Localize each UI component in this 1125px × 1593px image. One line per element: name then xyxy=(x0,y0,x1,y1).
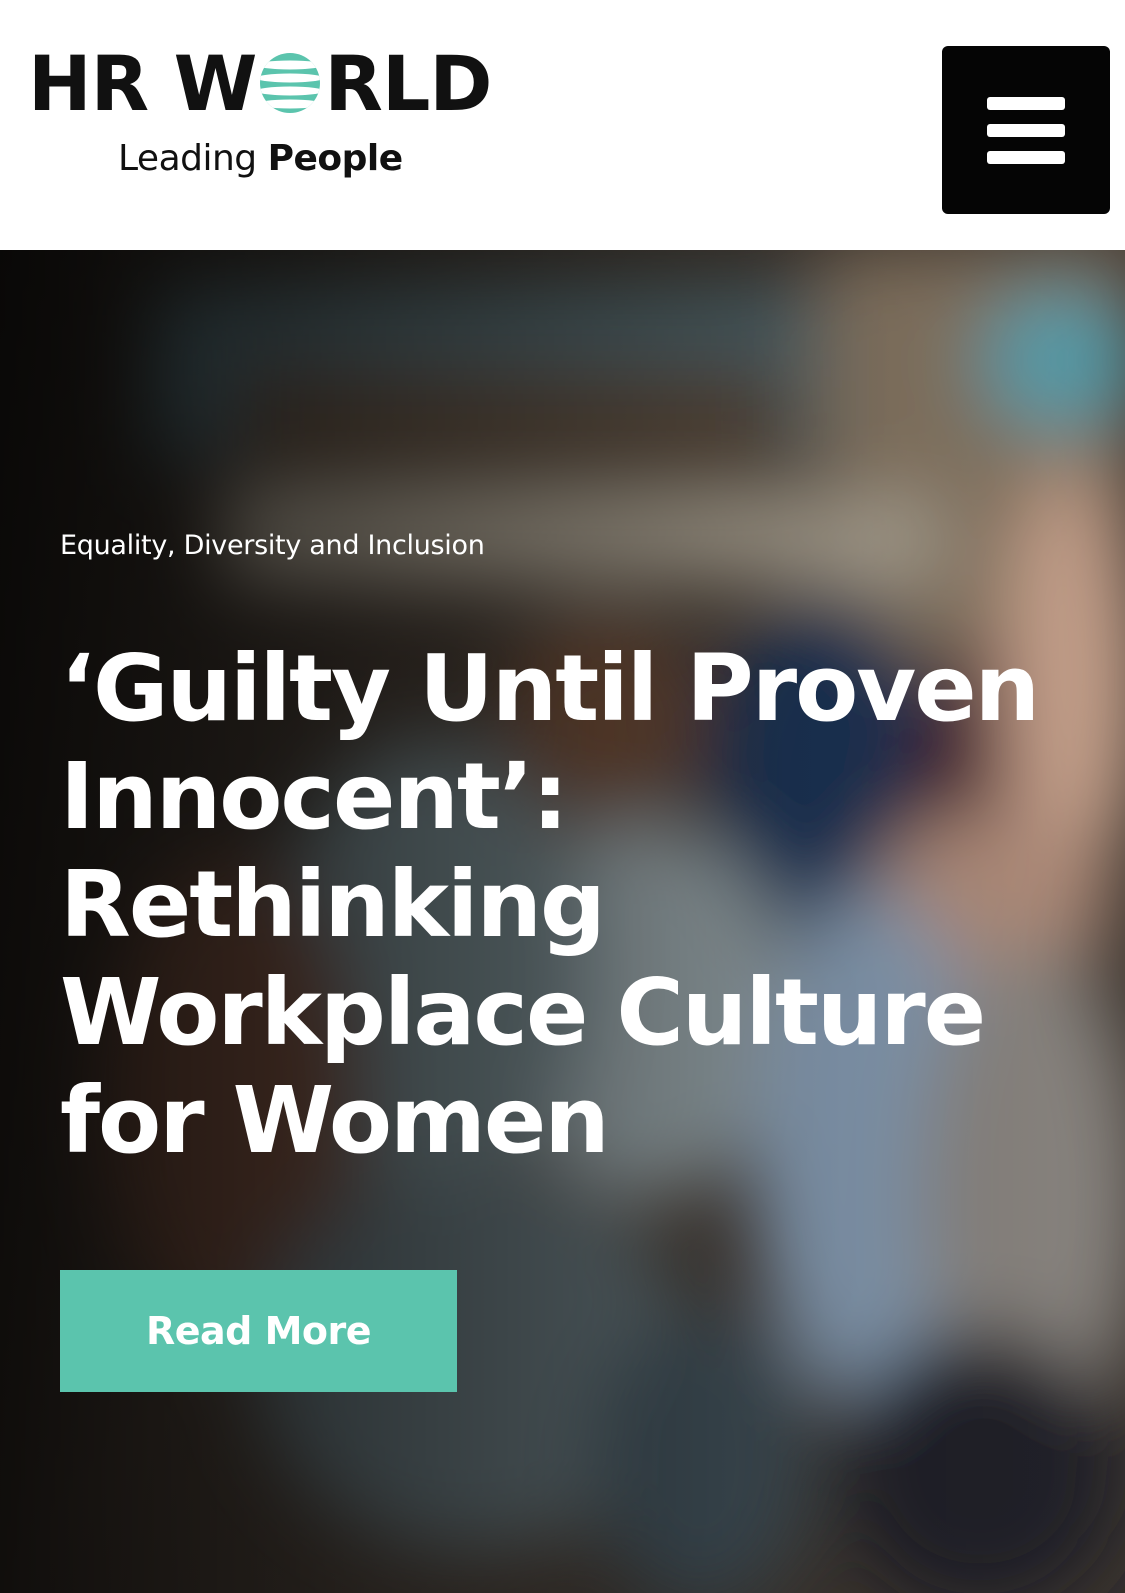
headline-line: ‘Guilty Until Proven xyxy=(60,635,1040,742)
read-more-button[interactable]: Read More xyxy=(60,1270,457,1392)
category-link[interactable]: Equality, Diversity and Inclusion xyxy=(60,530,485,561)
headline-line: for Women xyxy=(60,1067,610,1174)
menu-button[interactable] xyxy=(942,46,1110,214)
logo-wordmark: HR W RLD xyxy=(28,38,492,128)
tagline-bold: People xyxy=(267,138,404,179)
site-header: HR W RLD Leading People xyxy=(0,0,1125,250)
globe-icon xyxy=(260,53,321,113)
logo-text-part2: RLD xyxy=(324,38,492,128)
article-headline[interactable]: ‘Guilty Until Proven Innocent’: Rethinki… xyxy=(60,635,1060,1175)
hero-banner: Equality, Diversity and Inclusion ‘Guilt… xyxy=(0,250,1125,1593)
hr-world-logo[interactable]: HR W RLD Leading People xyxy=(28,38,492,188)
logo-text-part1: HR W xyxy=(28,38,257,128)
headline-line: Workplace Culture xyxy=(60,959,986,1066)
headline-line: Rethinking xyxy=(60,851,606,958)
headline-line: Innocent’: xyxy=(60,743,569,850)
hamburger-menu-icon xyxy=(987,96,1065,110)
logo-tagline: Leading People xyxy=(118,138,403,179)
hamburger-menu-icon-bar-3 xyxy=(987,150,1065,164)
hamburger-menu-icon-bar-2 xyxy=(987,123,1065,137)
tagline-light: Leading xyxy=(118,138,268,179)
